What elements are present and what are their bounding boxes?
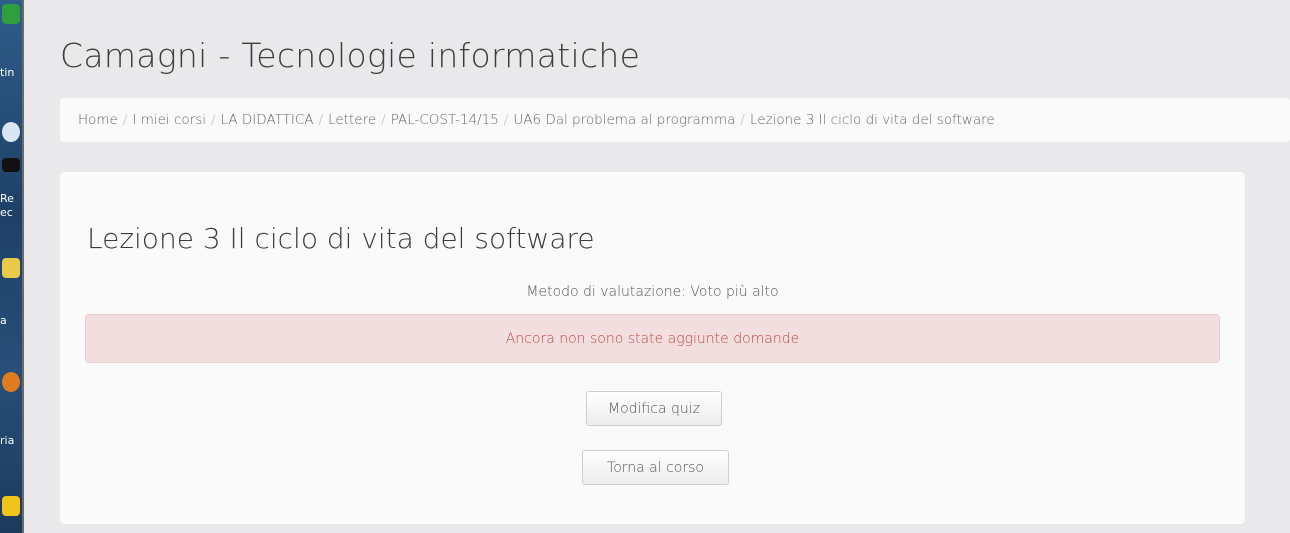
edit-quiz-button[interactable]: Modifica quiz	[586, 391, 722, 426]
breadcrumb-current[interactable]: Lezione 3 Il ciclo di vita del software	[750, 112, 995, 128]
breadcrumb-la-didattica[interactable]: LA DIDATTICA	[221, 112, 314, 128]
breadcrumb-section[interactable]: UA6 Dal problema al programma	[513, 112, 735, 128]
breadcrumb-separator: /	[740, 112, 745, 128]
globe-icon[interactable]	[2, 122, 20, 142]
main-content-card: Lezione 3 Il ciclo di vita del software …	[60, 172, 1245, 524]
no-questions-alert: Ancora non sono state aggiunte domande	[85, 314, 1220, 363]
grading-method: Metodo di valutazione: Voto più alto	[526, 284, 779, 300]
app-icon[interactable]	[2, 158, 20, 172]
star-icon[interactable]	[2, 496, 20, 516]
desktop-label: Re	[0, 192, 14, 205]
breadcrumb-separator: /	[210, 112, 216, 128]
breadcrumb-lettere[interactable]: Lettere	[328, 112, 376, 128]
desktop-label: tin	[0, 66, 15, 79]
back-to-course-button[interactable]: Torna al corso	[582, 450, 729, 485]
refresh-icon[interactable]	[2, 4, 20, 24]
breadcrumb-home[interactable]: Home	[78, 112, 118, 128]
site-title[interactable]: Camagni - Tecnologie informatiche	[60, 36, 640, 75]
desktop-label: ec	[0, 206, 13, 219]
breadcrumb-course[interactable]: PAL-COST-14/15	[391, 112, 499, 128]
media-icon[interactable]	[2, 372, 20, 392]
breadcrumb-separator: /	[381, 112, 386, 128]
window-edge	[22, 0, 24, 533]
desktop-strip: tin Re ec a ria	[0, 0, 22, 533]
quiz-title: Lezione 3 Il ciclo di vita del software	[87, 222, 595, 255]
breadcrumb-separator: /	[122, 112, 128, 128]
folder-icon[interactable]	[2, 258, 20, 278]
breadcrumb-separator: /	[318, 112, 324, 128]
breadcrumb: Home / I miei corsi / LA DIDATTICA / Let…	[60, 98, 1290, 142]
breadcrumb-separator: /	[503, 112, 509, 128]
desktop-label: a	[0, 314, 7, 327]
desktop-label: ria	[0, 434, 15, 447]
breadcrumb-my-courses[interactable]: I miei corsi	[132, 112, 206, 128]
